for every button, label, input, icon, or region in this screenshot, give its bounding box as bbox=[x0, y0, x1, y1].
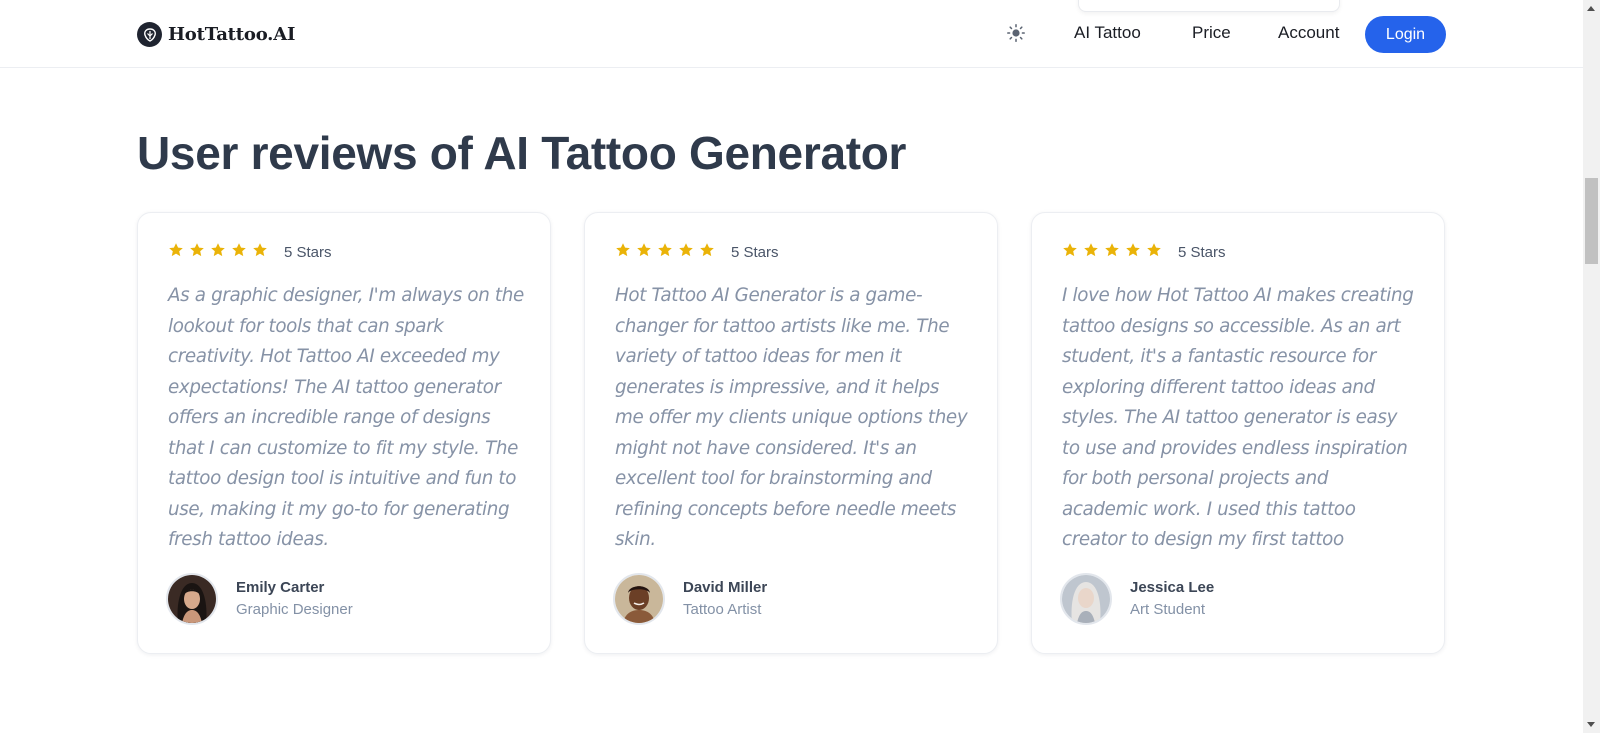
page-scrollbar[interactable] bbox=[1583, 0, 1600, 733]
rating-label: 5 Stars bbox=[1178, 244, 1226, 261]
review-text: As a graphic designer, I'm always on the… bbox=[168, 285, 524, 550]
brand-logo[interactable]: HotTattoo.AI bbox=[137, 22, 295, 47]
login-button[interactable]: Login bbox=[1365, 16, 1446, 53]
star-icon bbox=[168, 242, 189, 263]
section-title: User reviews of AI Tattoo Generator bbox=[137, 127, 907, 179]
review-card: 5 Stars Hot Tattoo AI Generator is a gam… bbox=[584, 212, 998, 654]
scrollbar-thumb[interactable] bbox=[1585, 178, 1598, 264]
star-icon bbox=[210, 242, 231, 263]
review-author: David Miller Tattoo Artist bbox=[613, 573, 767, 625]
review-author: Emily Carter Graphic Designer bbox=[166, 573, 353, 625]
star-icon bbox=[1083, 242, 1104, 263]
review-card: 5 Stars I love how Hot Tattoo AI makes c… bbox=[1031, 212, 1445, 654]
scroll-up-arrow-icon[interactable] bbox=[1587, 6, 1595, 11]
site-header: HotTattoo.AI AI Tattoo Price Account Log… bbox=[0, 0, 1583, 68]
star-icon bbox=[1062, 242, 1083, 263]
nav-price[interactable]: Price bbox=[1192, 23, 1231, 43]
star-icon bbox=[657, 242, 678, 263]
author-role: Art Student bbox=[1130, 601, 1206, 618]
author-role: Graphic Designer bbox=[236, 601, 353, 618]
star-icon bbox=[1125, 242, 1146, 263]
logo-icon bbox=[137, 22, 162, 47]
review-text: Hot Tattoo AI Generator is a game-change… bbox=[615, 285, 968, 550]
star-icon bbox=[1146, 242, 1167, 263]
brand-name: HotTattoo.AI bbox=[168, 24, 296, 45]
author-name: Jessica Lee bbox=[1130, 579, 1215, 596]
review-text: I love how Hot Tattoo AI makes creating … bbox=[1062, 285, 1414, 550]
rating-stars: 5 Stars bbox=[168, 242, 332, 263]
author-role: Tattoo Artist bbox=[683, 601, 762, 618]
author-name: Emily Carter bbox=[236, 579, 325, 596]
star-icon bbox=[678, 242, 699, 263]
nav-account[interactable]: Account bbox=[1278, 23, 1339, 43]
rating-label: 5 Stars bbox=[284, 244, 332, 261]
star-icon bbox=[189, 242, 210, 263]
theme-toggle-button[interactable] bbox=[1004, 23, 1028, 48]
rating-stars: 5 Stars bbox=[615, 242, 779, 263]
star-icon bbox=[252, 242, 273, 263]
star-icon bbox=[231, 242, 252, 263]
star-icon bbox=[699, 242, 720, 263]
review-author: Jessica Lee Art Student bbox=[1060, 573, 1214, 625]
rating-label: 5 Stars bbox=[731, 244, 779, 261]
nav-ai-tattoo[interactable]: AI Tattoo bbox=[1074, 23, 1141, 43]
avatar bbox=[1060, 573, 1112, 625]
star-icon bbox=[1104, 242, 1125, 263]
star-icon bbox=[615, 242, 636, 263]
review-card: 5 Stars As a graphic designer, I'm alway… bbox=[137, 212, 551, 654]
sun-icon bbox=[1006, 23, 1026, 48]
rating-stars: 5 Stars bbox=[1062, 242, 1226, 263]
avatar bbox=[613, 573, 665, 625]
dropdown-panel-edge bbox=[1078, 0, 1340, 12]
scroll-down-arrow-icon[interactable] bbox=[1587, 722, 1595, 727]
star-icon bbox=[636, 242, 657, 263]
author-name: David Miller bbox=[683, 579, 768, 596]
avatar bbox=[166, 573, 218, 625]
